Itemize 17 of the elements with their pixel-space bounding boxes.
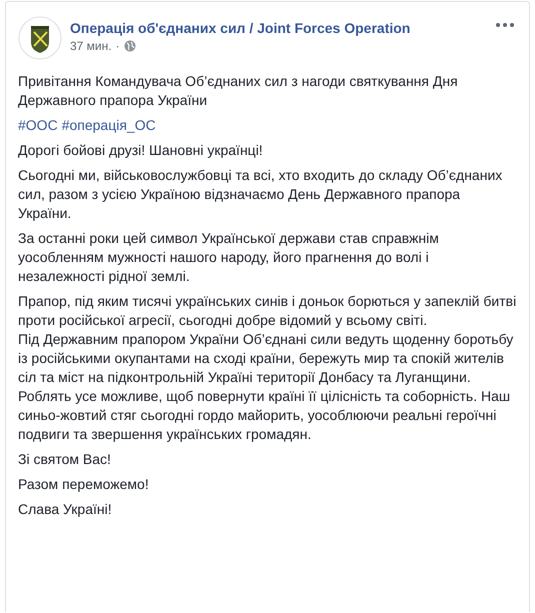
separator-dot: · <box>116 39 120 53</box>
post-paragraph: Слава Україні! <box>18 500 113 519</box>
emblem-icon[interactable] <box>18 16 62 60</box>
post-paragraph: Під Державним прапором України Об’єднані сили ведуть щоденну боротьбу із російськими окупантами на сході країни, бережуть мир та спокій жителів сіл та міст на підконтрольній Україні території Донбасу та Луганщини. Роблять усе можливе, щоб повернути країні її цілісність та соборність. Наш синьо-жовтий стяг сьогодні гордо майорить, уособлюючи реальні героїчні подвиги та звершення українських громадян. <box>18 330 514 444</box>
post-paragraph: Зі святом Вас! <box>18 450 112 469</box>
hashtag-link[interactable]: #операція_ОС <box>62 116 156 135</box>
post-paragraph: Привітання Командувача Об’єднаних сил з нагоди святкування Дня Державного прапора України <box>18 72 459 110</box>
globe-icon <box>124 40 136 52</box>
post-paragraph: За останні роки цей символ Української держави став справжнім уособленням мужності нашого народу, його прагнення до волі і незалежності рідної землі. <box>18 229 440 286</box>
post-paragraph: Сьогодні ми, військовослужбовці та всі, хто входить до складу Об’єднаних сил, разом з усією Україною відзначаємо День Державного прапора України. <box>18 166 504 223</box>
page-name-link[interactable]: Операція об'єднаних сил / Joint Forces Operation <box>70 19 410 37</box>
more-options-icon[interactable] <box>495 22 515 28</box>
post-paragraph: Прапор, під яким тисячі українських синів і доньок борються у запеклій битві проти російської агресії, сьогодні добре відомий у всьому світі. <box>18 292 517 330</box>
hashtag-link[interactable]: #ООС <box>18 116 58 135</box>
post-paragraph: Разом переможемо! <box>18 475 150 494</box>
post-paragraph: Дорогі бойові друзі! Шановні українці! <box>18 141 264 160</box>
post-time[interactable]: 37 мин. <box>70 39 112 53</box>
